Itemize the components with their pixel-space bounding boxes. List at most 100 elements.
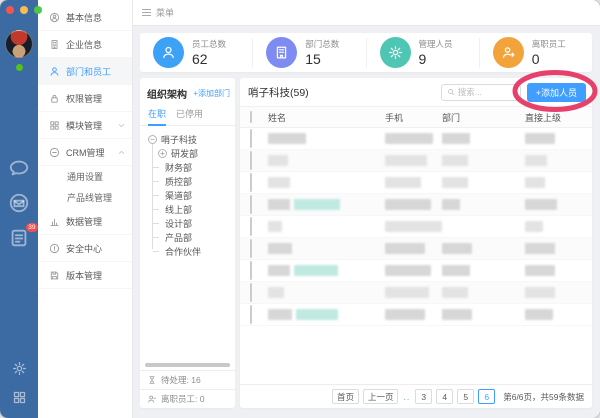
version-icon	[49, 270, 60, 281]
redacted-text-block	[525, 133, 555, 144]
cell-supervisor	[525, 133, 592, 144]
redacted-text-block	[525, 287, 555, 298]
sidebar-item[interactable]: 模块管理	[38, 112, 132, 139]
redacted-text-block	[385, 199, 431, 210]
page-button-上一页[interactable]: 上一页	[363, 389, 399, 404]
tree-node[interactable]: 质控部	[148, 174, 235, 188]
sidebar-item[interactable]: 版本管理	[38, 262, 132, 289]
add-department-link[interactable]: +添加部门	[193, 88, 230, 99]
row-checkbox[interactable]	[250, 217, 252, 236]
row-checkbox[interactable]	[250, 239, 252, 258]
page-button-5[interactable]: 5	[457, 389, 474, 404]
search-box[interactable]	[441, 84, 521, 101]
add-employee-button[interactable]: +添加人员	[527, 83, 586, 102]
online-status-dot	[16, 64, 23, 71]
zoom-window-button[interactable]	[34, 6, 42, 14]
horizontal-scrollbar[interactable]	[145, 363, 230, 367]
sidebar-item[interactable]: CRM管理	[38, 139, 132, 166]
search-input[interactable]	[458, 87, 515, 97]
org-footer-label: 待处理: 16	[161, 374, 201, 386]
tree-branch-line	[153, 223, 159, 224]
select-all-checkbox[interactable]	[250, 111, 252, 123]
tree-node[interactable]: 财务部	[148, 160, 235, 174]
sidebar-item[interactable]: 通用设置	[38, 166, 132, 187]
page-button-6[interactable]: 6	[478, 389, 495, 404]
stat-label: 管理人员	[419, 38, 453, 50]
redacted-text-block	[268, 309, 292, 320]
row-checkbox[interactable]	[250, 173, 252, 192]
tree-node[interactable]: 线上部	[148, 202, 235, 216]
close-window-button[interactable]	[6, 6, 14, 14]
tree-node[interactable]: 渠道部	[148, 188, 235, 202]
cell-name	[268, 221, 385, 232]
table-row[interactable]	[240, 150, 592, 172]
tree-node[interactable]: + 研发部	[148, 146, 235, 160]
tree-node[interactable]: 合作伙伴	[148, 244, 235, 258]
tree-branch-line	[153, 251, 159, 252]
window-controls	[6, 6, 42, 14]
row-checkbox[interactable]	[250, 195, 252, 214]
sidebar-item[interactable]: 基本信息	[38, 4, 132, 31]
apps-grid-icon[interactable]	[12, 390, 27, 410]
redacted-text-block	[525, 177, 545, 188]
org-tab[interactable]: 在职	[148, 107, 166, 125]
tree-node[interactable]: 产品部	[148, 230, 235, 244]
person-leave-icon	[493, 37, 524, 68]
org-tab[interactable]: 已停用	[176, 107, 203, 125]
sidebar-item[interactable]: 权限管理	[38, 85, 132, 112]
table-row[interactable]	[240, 282, 592, 304]
table-row[interactable]	[240, 260, 592, 282]
row-checkbox[interactable]	[250, 261, 252, 280]
row-checkbox[interactable]	[250, 305, 252, 324]
settings-gear-icon[interactable]	[12, 361, 27, 381]
menu-label: 菜单	[156, 6, 174, 19]
redacted-text-block	[442, 265, 470, 276]
table-row[interactable]	[240, 172, 592, 194]
stat-label: 离职员工	[532, 38, 566, 50]
row-checkbox[interactable]	[250, 129, 252, 148]
notifications-icon[interactable]: 39	[8, 227, 30, 249]
menu-hamburger-icon[interactable]	[142, 9, 151, 16]
table-row[interactable]	[240, 216, 592, 238]
table-row[interactable]	[240, 304, 592, 326]
sidebar-item-label: 安全中心	[66, 242, 102, 255]
sidebar-item[interactable]: 安全中心	[38, 235, 132, 262]
table-row[interactable]	[240, 194, 592, 216]
sidebar-item[interactable]: 产品线管理	[38, 187, 132, 208]
table-header: 姓名手机部门直接上级	[240, 106, 592, 128]
sidebar-item[interactable]: 部门和员工	[38, 58, 132, 85]
sidebar-item-label: 模块管理	[66, 119, 102, 132]
collapse-icon[interactable]: −	[148, 135, 157, 144]
page-button-4[interactable]: 4	[436, 389, 453, 404]
avatar[interactable]	[5, 30, 33, 58]
building-icon	[266, 37, 297, 68]
page-button-首页[interactable]: 首页	[332, 389, 359, 404]
page-button-3[interactable]: 3	[415, 389, 432, 404]
tree-node[interactable]: 设计部	[148, 216, 235, 230]
tree-connector	[152, 143, 153, 249]
expand-icon[interactable]: +	[158, 149, 167, 158]
table-row[interactable]	[240, 238, 592, 260]
minimize-window-button[interactable]	[20, 6, 28, 14]
redacted-text-block	[525, 199, 557, 210]
sidebar-item-label: 产品线管理	[67, 191, 112, 204]
mail-icon[interactable]	[8, 192, 30, 214]
table-row[interactable]	[240, 128, 592, 150]
chat-icon[interactable]	[8, 157, 30, 179]
org-footer-item[interactable]: 待处理: 16	[140, 370, 235, 389]
sidebar-item-label: CRM管理	[66, 146, 105, 159]
sidebar-item[interactable]: 企业信息	[38, 31, 132, 58]
row-checkbox[interactable]	[250, 283, 252, 302]
redacted-text-block	[268, 133, 306, 144]
pagination: 首页上一页..3456第6/6页，共59条数据	[240, 384, 592, 408]
redacted-text-block	[385, 287, 429, 298]
org-footer-item[interactable]: 离职员工: 0	[140, 389, 235, 408]
tree-node[interactable]: − 哨子科技	[148, 132, 235, 146]
crm-icon	[49, 147, 60, 158]
sidebar-item-label: 基本信息	[66, 11, 102, 24]
sidebar-item[interactable]: 数据管理	[38, 208, 132, 235]
row-checkbox[interactable]	[250, 151, 252, 170]
cell-supervisor	[525, 309, 592, 320]
lock-icon	[49, 93, 60, 104]
cell-department	[442, 309, 525, 320]
